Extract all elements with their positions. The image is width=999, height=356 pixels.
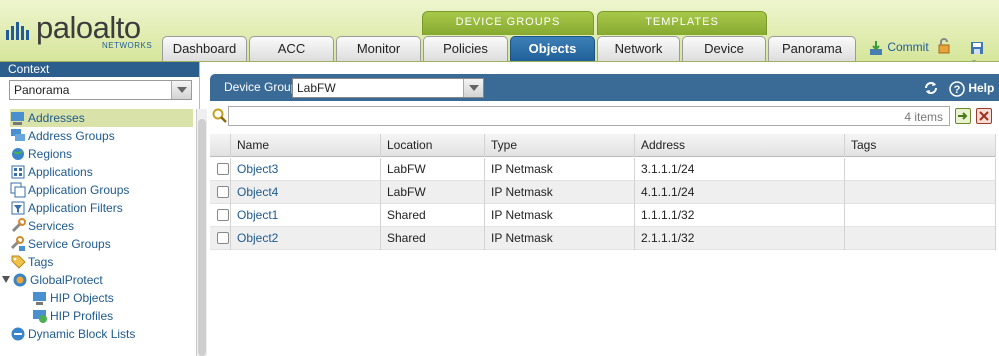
tab-objects[interactable]: Objects bbox=[510, 36, 595, 61]
tab-acc[interactable]: ACC bbox=[249, 36, 334, 61]
address-value: 2.1.1.1/32 bbox=[635, 227, 845, 250]
context-sidebar: Context Panorama Addresses Address Group… bbox=[0, 62, 207, 356]
column-header-name[interactable]: Name bbox=[231, 134, 381, 157]
filter-input[interactable]: 4 items bbox=[228, 106, 950, 126]
service-groups-icon bbox=[10, 236, 25, 251]
device-group-selected-value: LabFW bbox=[297, 81, 336, 95]
device-group-bar: Device Group LabFW ? Help bbox=[210, 74, 999, 101]
application-filters-icon bbox=[11, 201, 25, 215]
address-location: LabFW bbox=[381, 181, 485, 204]
header-select-cell bbox=[210, 134, 231, 157]
table-row[interactable]: Object4 LabFW IP Netmask 4.1.1.1/24 bbox=[210, 181, 996, 204]
application-groups-icon bbox=[10, 182, 26, 198]
table-row[interactable]: Object3 LabFW IP Netmask 3.1.1.1/24 bbox=[210, 158, 996, 181]
address-tags bbox=[845, 204, 996, 227]
regions-icon bbox=[12, 148, 24, 160]
svg-text:?: ? bbox=[954, 84, 961, 96]
object-tree: Addresses Address Groups Regions Applica… bbox=[2, 109, 195, 356]
context-label: Context bbox=[0, 62, 199, 77]
table-row[interactable]: Object1 Shared IP Netmask 1.1.1.1/32 bbox=[210, 204, 996, 227]
tab-device[interactable]: Device bbox=[682, 36, 766, 61]
services-icon bbox=[11, 218, 26, 233]
tags-icon bbox=[11, 255, 26, 269]
column-header-type[interactable]: Type bbox=[485, 134, 635, 157]
help-button[interactable]: ? Help bbox=[949, 79, 994, 97]
tab-monitor[interactable]: Monitor bbox=[336, 36, 421, 61]
address-type: IP Netmask bbox=[485, 227, 635, 250]
device-group-label: Device Group bbox=[224, 80, 298, 94]
filter-row: 4 items bbox=[210, 104, 999, 128]
context-selected-value: Panorama bbox=[14, 83, 70, 97]
address-value: 3.1.1.1/24 bbox=[635, 158, 845, 181]
address-groups-icon bbox=[11, 129, 25, 141]
dynamic-block-lists-icon bbox=[11, 327, 25, 341]
column-header-address[interactable]: Address bbox=[635, 134, 845, 157]
save-icon bbox=[971, 41, 983, 54]
tab-dashboard[interactable]: Dashboard bbox=[162, 36, 247, 61]
address-tags bbox=[845, 227, 996, 250]
help-label: Help bbox=[968, 81, 995, 95]
address-type: IP Netmask bbox=[485, 204, 635, 227]
hip-profiles-icon bbox=[33, 310, 47, 323]
items-count: 4 items bbox=[904, 110, 943, 124]
address-name-link[interactable]: Object1 bbox=[231, 204, 381, 227]
table-header-row: Name Location Type Address Tags bbox=[210, 134, 996, 157]
address-name-link[interactable]: Object2 bbox=[231, 227, 381, 250]
column-header-tags[interactable]: Tags bbox=[845, 134, 996, 157]
device-group-select[interactable]: LabFW bbox=[292, 78, 484, 98]
address-tags bbox=[845, 158, 996, 181]
chevron-down-icon[interactable] bbox=[463, 79, 483, 97]
arrow-right-icon bbox=[958, 112, 968, 120]
applications-icon bbox=[11, 165, 25, 179]
tab-policies[interactable]: Policies bbox=[423, 36, 508, 61]
address-name-link[interactable]: Object4 bbox=[231, 181, 381, 204]
commit-icon bbox=[870, 40, 882, 55]
help-icon: ? bbox=[949, 81, 965, 97]
apply-filter-button[interactable] bbox=[955, 108, 971, 124]
hip-objects-icon bbox=[33, 292, 46, 305]
close-icon bbox=[979, 111, 989, 121]
search-icon bbox=[212, 108, 227, 123]
device-groups-tab-group: DEVICE GROUPS bbox=[422, 11, 594, 35]
address-name-link[interactable]: Object3 bbox=[231, 158, 381, 181]
address-location: Shared bbox=[381, 204, 485, 227]
address-location: Shared bbox=[381, 227, 485, 250]
globalprotect-icon bbox=[13, 273, 27, 287]
app-header: paloalto NETWORKS DEVICE GROUPS TEMPLATE… bbox=[0, 0, 999, 62]
tree-item-addresses[interactable]: Addresses bbox=[10, 109, 193, 127]
save-button[interactable]: Sa bbox=[970, 38, 999, 61]
save-label: Sa bbox=[970, 58, 985, 61]
commit-label: Commit bbox=[887, 40, 929, 54]
refresh-icon[interactable] bbox=[922, 79, 940, 97]
commit-button[interactable]: Commit bbox=[868, 38, 929, 56]
address-value: 4.1.1.1/24 bbox=[635, 181, 845, 204]
tab-network[interactable]: Network bbox=[597, 36, 680, 61]
address-type: IP Netmask bbox=[485, 181, 635, 204]
table-row[interactable]: Object2 Shared IP Netmask 2.1.1.1/32 bbox=[210, 227, 996, 250]
lock-icon[interactable] bbox=[936, 38, 952, 54]
column-header-location[interactable]: Location bbox=[381, 134, 485, 157]
templates-tab-group: TEMPLATES bbox=[597, 11, 767, 35]
tree-scrollbar[interactable] bbox=[196, 109, 207, 356]
tab-panorama[interactable]: Panorama bbox=[768, 36, 856, 61]
objects-main-panel: Device Group LabFW ? Help 4 items Name L… bbox=[210, 74, 999, 356]
addresses-icon bbox=[11, 112, 24, 125]
address-tags bbox=[845, 181, 996, 204]
address-value: 1.1.1.1/32 bbox=[635, 204, 845, 227]
address-location: LabFW bbox=[381, 158, 485, 181]
logo-bars-icon bbox=[6, 22, 29, 40]
collapse-triangle-icon[interactable] bbox=[2, 276, 10, 284]
scrollbar-thumb[interactable] bbox=[198, 119, 206, 356]
clear-filter-button[interactable] bbox=[976, 108, 992, 124]
paloalto-logo: paloalto NETWORKS bbox=[6, 10, 166, 52]
brand-sub: NETWORKS bbox=[102, 41, 153, 50]
context-select[interactable]: Panorama bbox=[9, 80, 192, 100]
chevron-down-icon[interactable] bbox=[171, 81, 191, 99]
address-type: IP Netmask bbox=[485, 158, 635, 181]
